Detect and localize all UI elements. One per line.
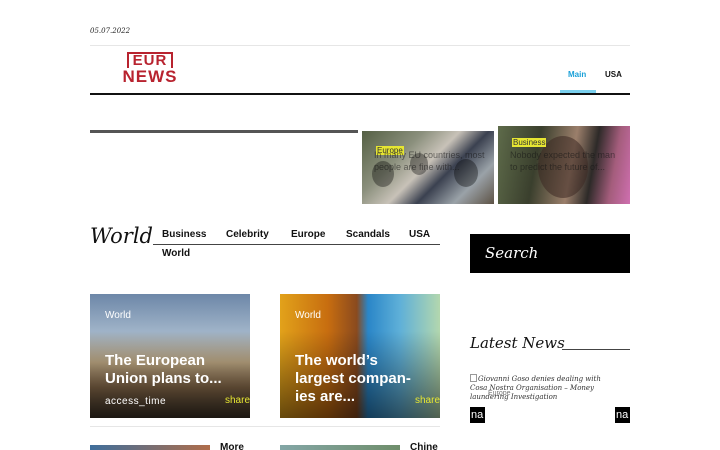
nav-usa[interactable]: USA	[605, 70, 622, 79]
search-box[interactable]: Search	[470, 234, 630, 273]
site-logo[interactable]: EUR NEWS	[118, 52, 182, 85]
tab-celebrity[interactable]: Celebrity	[226, 229, 269, 240]
mini-card-title-2[interactable]: Chine	[410, 442, 438, 450]
access-time-icon: access_time	[105, 396, 167, 407]
article-category-2[interactable]: World	[295, 310, 321, 321]
section-title: World	[90, 224, 153, 248]
latest-news-prev-button[interactable]: na	[470, 407, 485, 423]
latest-news-title: Latest News	[470, 334, 565, 352]
tab-europe[interactable]: Europe	[291, 229, 325, 240]
logo-bottom-text: NEWS	[122, 67, 178, 86]
cards-divider	[90, 426, 440, 427]
tab-business[interactable]: Business	[162, 229, 206, 240]
nav-main[interactable]: Main	[568, 70, 586, 79]
header-divider	[90, 93, 630, 95]
top-divider	[90, 45, 630, 46]
share-icon[interactable]: share	[225, 395, 250, 406]
latest-news-category[interactable]: Europe	[488, 390, 511, 397]
share-icon[interactable]: share	[415, 395, 440, 406]
hero-card-1[interactable]: Europe In many EU countries, most people…	[362, 131, 494, 204]
tab-scandals[interactable]: Scandals	[346, 229, 390, 240]
article-card-1[interactable]: World The European Union plans to... acc…	[90, 294, 250, 418]
hero-category-2[interactable]: Business	[512, 138, 547, 147]
mini-card-image-1[interactable]	[90, 445, 210, 450]
tab-usa[interactable]: USA	[409, 229, 430, 240]
article-title-2[interactable]: The world’s largest compan-ies are...	[295, 352, 425, 406]
article-title-1[interactable]: The European Union plans to...	[105, 352, 235, 388]
date-label: 05.07.2022	[90, 27, 131, 35]
tab-world[interactable]: World	[162, 248, 190, 259]
hero-card-2[interactable]: Business Nobody expected the man to pred…	[498, 126, 630, 204]
latest-news-image-alt: Giovanni Goso denies dealing with Cosa N…	[470, 375, 601, 401]
hero-title-2[interactable]: Nobody expected the man to predict the f…	[510, 149, 622, 173]
latest-news-next-button[interactable]: na	[615, 407, 630, 423]
latest-news-image[interactable]: Giovanni Goso denies dealing with Cosa N…	[470, 374, 620, 402]
category-divider	[153, 244, 440, 245]
mini-card-title-1[interactable]: More	[220, 442, 244, 450]
mini-card-image-2[interactable]	[280, 445, 400, 450]
slider-progress-bar	[90, 130, 358, 133]
latest-news-divider	[562, 349, 630, 350]
logo-top-text: EUR	[126, 52, 174, 68]
hero-title-1[interactable]: In many EU countries, most people are fi…	[374, 149, 486, 173]
broken-image-icon	[470, 374, 477, 382]
article-card-2[interactable]: World The world’s largest compan-ies are…	[280, 294, 440, 418]
article-category-1[interactable]: World	[105, 310, 131, 321]
